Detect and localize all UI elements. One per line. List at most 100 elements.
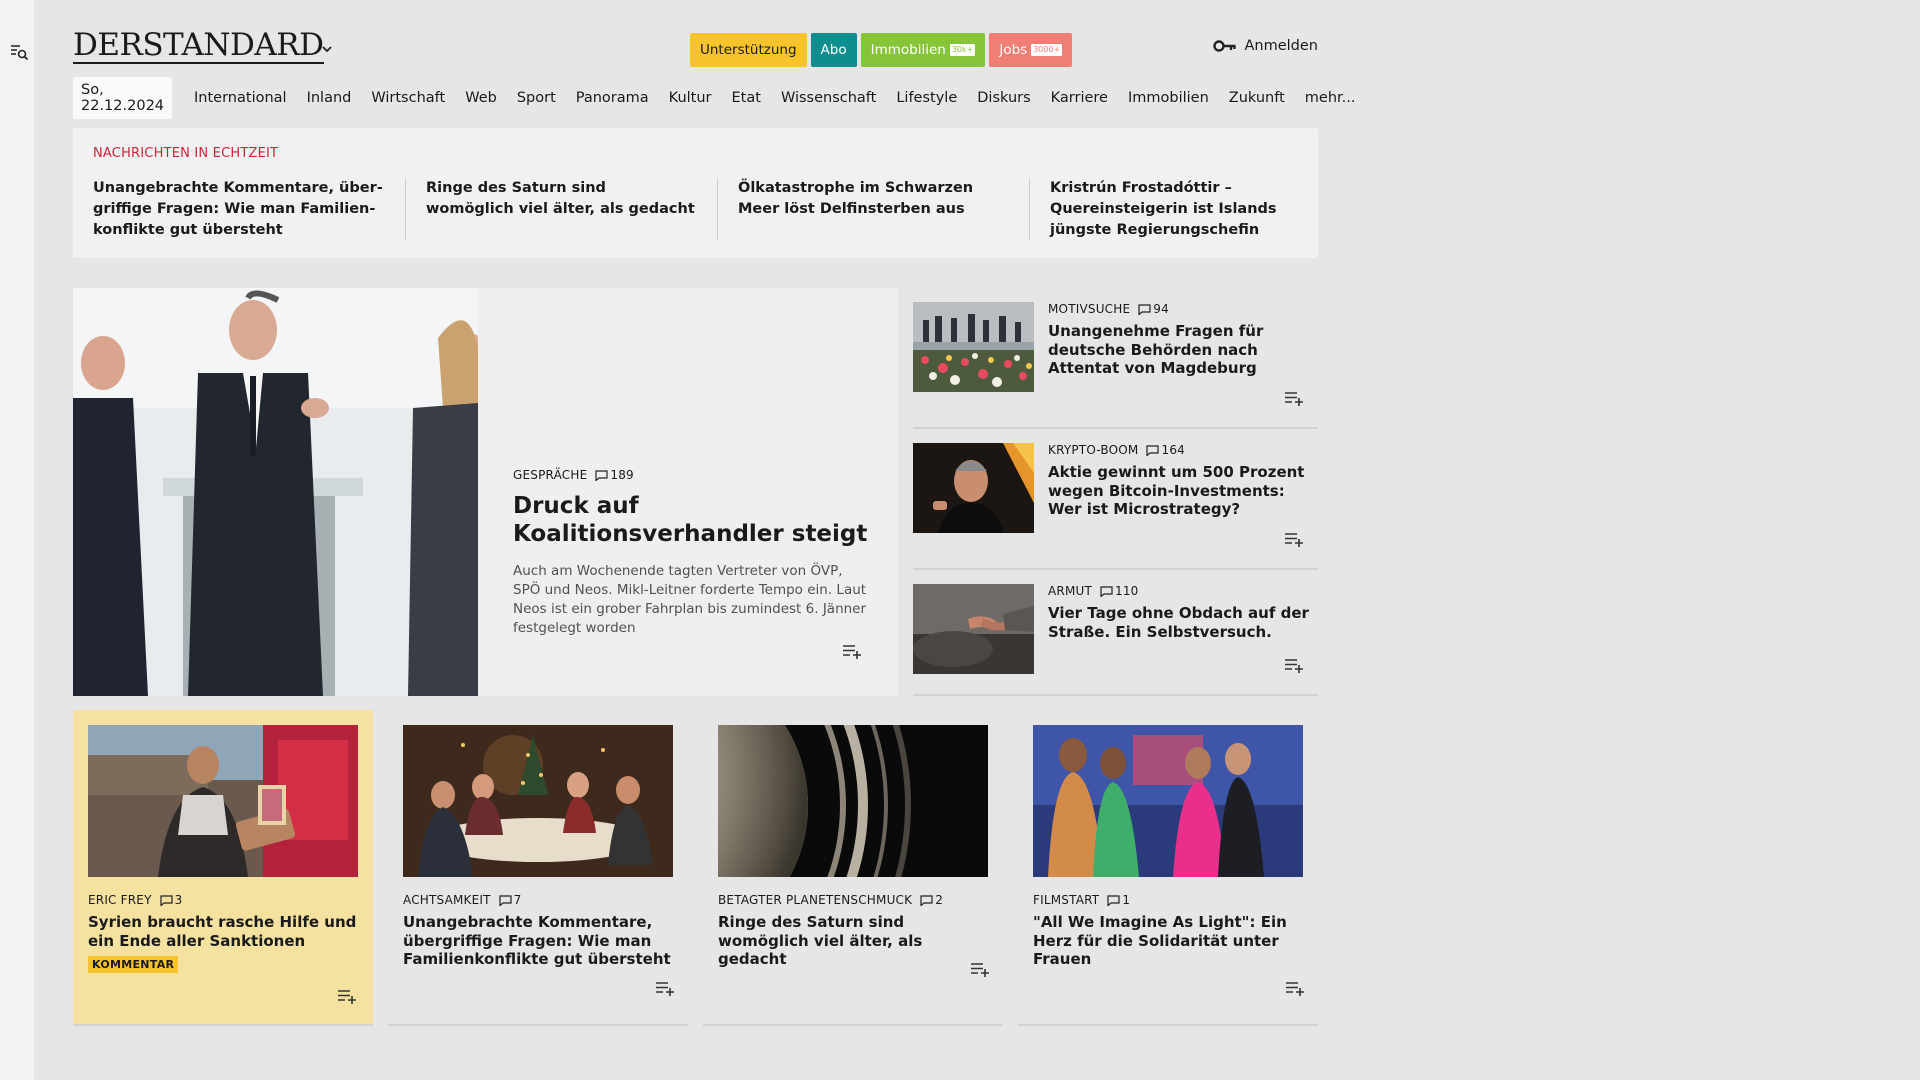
nav-item-immobilien[interactable]: Immobilien	[1128, 90, 1209, 106]
support-button[interactable]: Unterstützung	[690, 33, 807, 67]
site-logo[interactable]: DERSTANDARD	[73, 28, 324, 64]
article-card-image[interactable]	[1033, 725, 1303, 877]
realtime-item[interactable]: Ringe des Saturn sind womöglich viel ält…	[405, 178, 717, 241]
nav-item-wissenschaft[interactable]: Wissenschaft	[781, 90, 876, 106]
immobilien-label: Immobilien	[870, 42, 946, 58]
nav-item-lifestyle[interactable]: Lifestyle	[896, 90, 957, 106]
article-card[interactable]: ERIC FREY 3 Syrien braucht rasche Hilfe …	[73, 710, 373, 1026]
side-article-title[interactable]: Aktie gewinnt um 500 Prozent wegen Bitco…	[1048, 463, 1313, 519]
article-card[interactable]: FILMSTART 1 "All We Imagine As Light": E…	[1018, 710, 1318, 1026]
comment-count[interactable]: 7	[499, 893, 522, 907]
article-card[interactable]: BETAGTER PLANETENSCHMUCK 2 Ringe des Sat…	[703, 710, 1003, 1026]
promo-pills: Unterstützung Abo Immobilien 30k+ Jobs 3…	[690, 33, 1073, 67]
comment-count-value: 110	[1115, 584, 1139, 598]
article-card-image[interactable]	[718, 725, 988, 877]
login-button[interactable]: Anmelden	[1212, 38, 1319, 54]
comment-count[interactable]: 164	[1146, 443, 1185, 457]
immobilien-button[interactable]: Immobilien 30k+	[860, 33, 986, 67]
comment-count[interactable]: 189	[595, 468, 634, 482]
comment-icon	[160, 894, 173, 906]
comment-icon	[1146, 444, 1160, 456]
comment-count-value: 189	[610, 468, 634, 482]
card-kicker: FILMSTART 1	[1033, 893, 1308, 907]
side-kicker: KRYPTO-BOOM 164	[1048, 443, 1313, 457]
side-article-title[interactable]: Unangenehme Fragen für deutsche Behörden…	[1048, 322, 1313, 378]
add-to-list-icon[interactable]	[1285, 533, 1305, 547]
login-label: Anmelden	[1244, 38, 1319, 54]
nav-item-more[interactable]: mehr...	[1305, 90, 1356, 106]
side-article-image[interactable]	[913, 443, 1034, 533]
side-kicker: ARMUT 110	[1048, 584, 1313, 598]
add-to-list-icon[interactable]	[843, 645, 863, 659]
side-article-text: MOTIVSUCHE 94 Unangenehme Fragen für deu…	[1048, 302, 1313, 378]
nav-item-web[interactable]: Web	[465, 90, 497, 106]
chevron-down-icon[interactable]	[320, 42, 334, 56]
add-to-list-icon[interactable]	[1285, 392, 1305, 406]
comment-count[interactable]: 1	[1107, 893, 1130, 907]
nav-item-wirtschaft[interactable]: Wirtschaft	[371, 90, 445, 106]
comment-count[interactable]: 110	[1100, 584, 1139, 598]
add-to-list-icon[interactable]	[971, 963, 991, 977]
article-card-image[interactable]	[88, 725, 358, 877]
nav-item-sport[interactable]: Sport	[517, 90, 556, 106]
abo-button[interactable]: Abo	[810, 33, 857, 67]
comment-count-value: 94	[1153, 302, 1169, 316]
kicker-label: GESPRÄCHE	[513, 468, 588, 482]
comment-badge: KOMMENTAR	[88, 956, 179, 973]
side-article-text: ARMUT 110 Vier Tage ohne Obdach auf der …	[1048, 584, 1313, 641]
nav-item-etat[interactable]: Etat	[732, 90, 761, 106]
comment-count-value: 1	[1122, 893, 1131, 907]
realtime-item[interactable]: Unangebrachte Kommentare, über­griffige …	[93, 178, 405, 241]
side-article[interactable]: ARMUT 110 Vier Tage ohne Obdach auf der …	[913, 570, 1318, 696]
realtime-item[interactable]: Ölkatastrophe im Schwarzen Meer löst Del…	[717, 178, 1029, 241]
lead-title[interactable]: Druck auf Koalitionsverhand­ler steigt	[513, 492, 868, 548]
add-to-list-icon[interactable]	[338, 990, 358, 1004]
article-card-row: ERIC FREY 3 Syrien braucht rasche Hilfe …	[73, 710, 1318, 1026]
page-wrapper: DERSTANDARD Unterstützung Abo Immobilien…	[73, 0, 1356, 1026]
side-article-title[interactable]: Vier Tage ohne Obdach auf der Straße. Ei…	[1048, 604, 1313, 641]
nav-item-diskurs[interactable]: Diskurs	[977, 90, 1030, 106]
article-card-image[interactable]	[403, 725, 673, 877]
article-card-title[interactable]: Ringe des Saturn sind womöglich viel ält…	[718, 913, 993, 969]
side-article[interactable]: KRYPTO-BOOM 164 Aktie gewinnt um 500 Pro…	[913, 429, 1318, 570]
menu-search-icon[interactable]	[9, 42, 29, 62]
side-article-list: MOTIVSUCHE 94 Unangenehme Fragen für deu…	[913, 288, 1318, 696]
nav-item-zukunft[interactable]: Zukunft	[1229, 90, 1285, 106]
nav-item-kultur[interactable]: Kultur	[669, 90, 712, 106]
kicker-label: ARMUT	[1048, 584, 1093, 598]
lead-article-image[interactable]	[73, 288, 478, 696]
article-card-text: FILMSTART 1 "All We Imagine As Light": E…	[1033, 893, 1308, 969]
side-article-image[interactable]	[913, 584, 1034, 674]
comment-count-value: 3	[174, 893, 183, 907]
article-card-title[interactable]: Syrien braucht rasche Hilfe und ein Ende…	[88, 913, 363, 950]
article-card-text: BETAGTER PLANETENSCHMUCK 2 Ringe des Sat…	[718, 893, 993, 969]
jobs-count-badge: 3000+	[1031, 44, 1063, 56]
comment-count[interactable]: 94	[1138, 302, 1169, 316]
realtime-item[interactable]: Kristrún Frostadóttir – Quereinsteige­ri…	[1029, 178, 1341, 241]
nav-item-international[interactable]: International	[194, 90, 287, 106]
add-to-list-icon[interactable]	[1286, 982, 1306, 996]
article-card-title[interactable]: Unangebrachte Kommentare, übergriffige F…	[403, 913, 678, 969]
card-kicker: BETAGTER PLANETENSCHMUCK 2	[718, 893, 993, 907]
add-to-list-icon[interactable]	[1285, 659, 1305, 673]
lead-article[interactable]: GESPRÄCHE 189 Druck auf Koalitionsverhan…	[73, 288, 898, 696]
comment-count[interactable]: 3	[160, 893, 183, 907]
card-kicker: ACHTSAMKEIT 7	[403, 893, 678, 907]
comment-count-value: 164	[1161, 443, 1185, 457]
site-header: DERSTANDARD Unterstützung Abo Immobilien…	[73, 0, 1318, 70]
add-to-list-icon[interactable]	[656, 982, 676, 996]
nav-item-panorama[interactable]: Panorama	[576, 90, 649, 106]
comment-count[interactable]: 2	[920, 893, 943, 907]
kicker-label: ACHTSAMKEIT	[403, 893, 491, 907]
nav-item-inland[interactable]: Inland	[307, 90, 352, 106]
side-article[interactable]: MOTIVSUCHE 94 Unangenehme Fragen für deu…	[913, 288, 1318, 429]
kicker-label: FILMSTART	[1033, 893, 1100, 907]
card-kicker: ERIC FREY 3	[88, 893, 363, 907]
side-article-image[interactable]	[913, 302, 1034, 392]
article-card-title[interactable]: "All We Imagine As Light": Ein Herz für …	[1033, 913, 1308, 969]
article-card[interactable]: ACHTSAMKEIT 7 Unangebrachte Kommentare, …	[388, 710, 688, 1026]
jobs-label: Jobs	[999, 42, 1028, 58]
nav-item-karriere[interactable]: Karriere	[1051, 90, 1108, 106]
comment-icon	[499, 894, 512, 906]
jobs-button[interactable]: Jobs 3000+	[989, 33, 1073, 67]
